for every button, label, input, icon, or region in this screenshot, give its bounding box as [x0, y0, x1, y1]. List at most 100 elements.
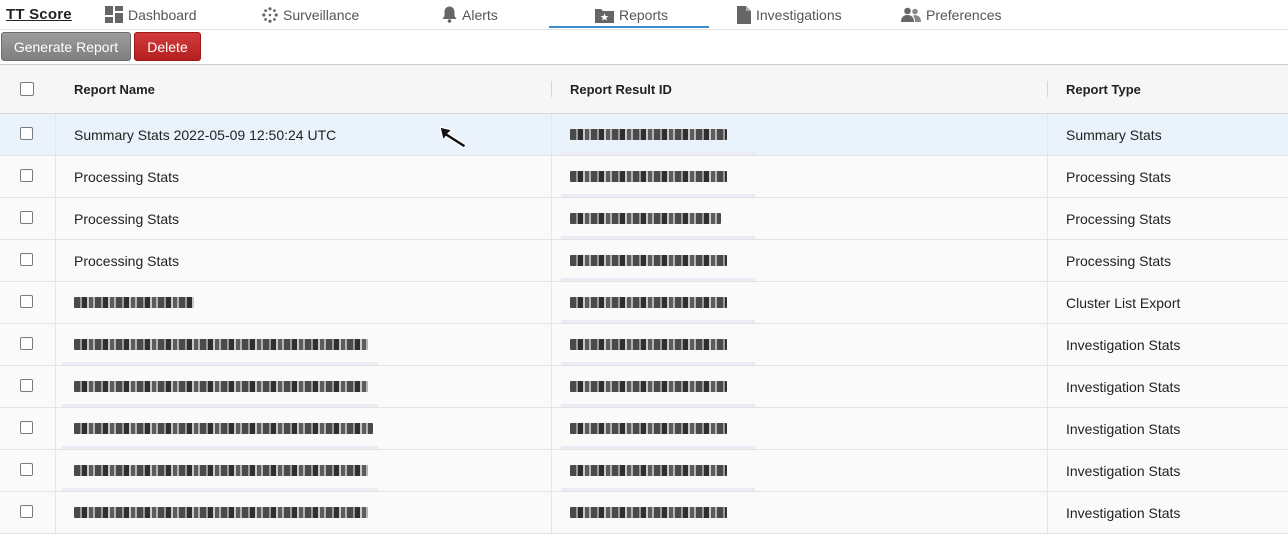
report-result-id-cell — [570, 366, 727, 407]
top-nav: TT Score Dashboard Surveillance Alerts R… — [0, 0, 1288, 30]
row-checkbox[interactable] — [20, 211, 33, 224]
nav-item-surveillance[interactable]: Surveillance — [262, 0, 359, 29]
cell-divider — [551, 492, 552, 533]
row-checkbox[interactable] — [20, 127, 33, 140]
report-type-cell: Processing Stats — [1066, 252, 1172, 269]
cell-divider — [551, 282, 552, 323]
row-checkbox[interactable] — [20, 337, 33, 350]
cell-divider — [551, 324, 552, 365]
report-result-id-cell — [570, 198, 721, 239]
brand-logo[interactable]: TT Score — [6, 6, 72, 23]
cell-divider — [1047, 450, 1048, 491]
cell-divider — [55, 156, 56, 197]
cell-divider — [551, 114, 552, 155]
nav-item-label: Alerts — [462, 6, 498, 23]
cell-divider — [1047, 492, 1048, 533]
row-checkbox[interactable] — [20, 253, 33, 266]
redaction-smear — [62, 404, 378, 407]
nav-item-label: Preferences — [926, 6, 1002, 23]
report-result-id-cell — [570, 492, 727, 533]
report-result-id-cell — [570, 450, 727, 491]
cell-divider — [1047, 198, 1048, 239]
table-row[interactable]: Investigation Stats — [0, 492, 1288, 534]
report-name-cell — [74, 324, 368, 365]
nav-item-alerts[interactable]: Alerts — [442, 0, 498, 29]
cell-divider — [551, 156, 552, 197]
nav-item-preferences[interactable]: Preferences — [901, 0, 1001, 29]
cell-divider — [1047, 156, 1048, 197]
column-divider[interactable] — [1047, 81, 1048, 97]
redacted-id — [570, 339, 727, 350]
cell-divider — [551, 450, 552, 491]
cell-divider — [55, 282, 56, 323]
row-checkbox[interactable] — [20, 463, 33, 476]
nav-item-label: Surveillance — [283, 6, 360, 23]
report-name-cell — [74, 408, 373, 449]
cell-divider — [1047, 366, 1048, 407]
redaction-smear — [561, 362, 755, 365]
generate-report-button[interactable]: Generate Report — [1, 32, 131, 61]
report-name-cell — [74, 450, 368, 491]
document-icon — [737, 5, 751, 24]
report-type-cell: Investigation Stats — [1066, 420, 1181, 437]
cell-divider — [55, 366, 56, 407]
table-row[interactable]: Investigation Stats — [0, 324, 1288, 366]
redaction-smear — [561, 278, 755, 281]
row-checkbox[interactable] — [20, 421, 33, 434]
table-row[interactable]: Investigation Stats — [0, 366, 1288, 408]
table-row[interactable]: Investigation Stats — [0, 450, 1288, 492]
report-name-cell: Processing Stats — [74, 210, 180, 227]
redaction-smear — [561, 194, 755, 197]
redacted-id — [570, 423, 727, 434]
redacted-name — [74, 507, 368, 518]
cell-divider — [1047, 408, 1048, 449]
table-row[interactable]: Investigation Stats — [0, 408, 1288, 450]
delete-button[interactable]: Delete — [134, 32, 201, 61]
dashboard-icon — [105, 6, 123, 23]
redacted-id — [570, 507, 727, 518]
mouse-cursor-icon — [439, 126, 467, 149]
nav-item-dashboard[interactable]: Dashboard — [105, 0, 197, 29]
report-result-id-cell — [570, 240, 727, 281]
redacted-id — [570, 171, 727, 182]
table-row[interactable]: Processing Stats Processing Stats — [0, 156, 1288, 198]
cell-divider — [551, 408, 552, 449]
redaction-smear — [561, 446, 755, 449]
row-checkbox[interactable] — [20, 505, 33, 518]
redacted-id — [570, 213, 721, 224]
row-checkbox[interactable] — [20, 169, 33, 182]
cell-divider — [55, 114, 56, 155]
column-divider[interactable] — [551, 81, 552, 97]
nav-item-reports[interactable]: Reports — [595, 0, 668, 29]
row-checkbox[interactable] — [20, 379, 33, 392]
report-type-cell: Investigation Stats — [1066, 336, 1181, 353]
report-type-cell: Investigation Stats — [1066, 504, 1181, 521]
nav-item-investigations[interactable]: Investigations — [737, 0, 842, 29]
table-row[interactable]: Cluster List Export — [0, 282, 1288, 324]
report-type-cell: Cluster List Export — [1066, 294, 1181, 311]
row-checkbox[interactable] — [20, 295, 33, 308]
cell-divider — [55, 324, 56, 365]
nav-item-label: Dashboard — [128, 6, 197, 23]
table-row[interactable]: Processing Stats Processing Stats — [0, 198, 1288, 240]
select-all-checkbox[interactable] — [20, 82, 34, 96]
redaction-smear — [62, 488, 378, 491]
column-header-report-name[interactable]: Report Name — [74, 65, 155, 113]
redacted-name — [74, 339, 368, 350]
cell-divider — [55, 240, 56, 281]
column-header-report-type[interactable]: Report Type — [1066, 65, 1141, 113]
table-row[interactable]: Summary Stats 2022-05-09 12:50:24 UTC Su… — [0, 114, 1288, 156]
report-name-cell — [74, 282, 194, 323]
cell-divider — [1047, 114, 1048, 155]
surveillance-icon — [262, 6, 278, 23]
cell-divider — [55, 198, 56, 239]
report-name-cell — [74, 492, 368, 533]
table-row[interactable]: Processing Stats Processing Stats — [0, 240, 1288, 282]
active-tab-indicator — [549, 26, 709, 28]
table-header: Report Name Report Result ID Report Type — [0, 65, 1288, 114]
column-header-report-result-id[interactable]: Report Result ID — [570, 65, 672, 113]
nav-item-label: Reports — [619, 6, 669, 23]
redacted-id — [570, 255, 727, 266]
redacted-name — [74, 465, 368, 476]
redaction-smear — [561, 404, 755, 407]
